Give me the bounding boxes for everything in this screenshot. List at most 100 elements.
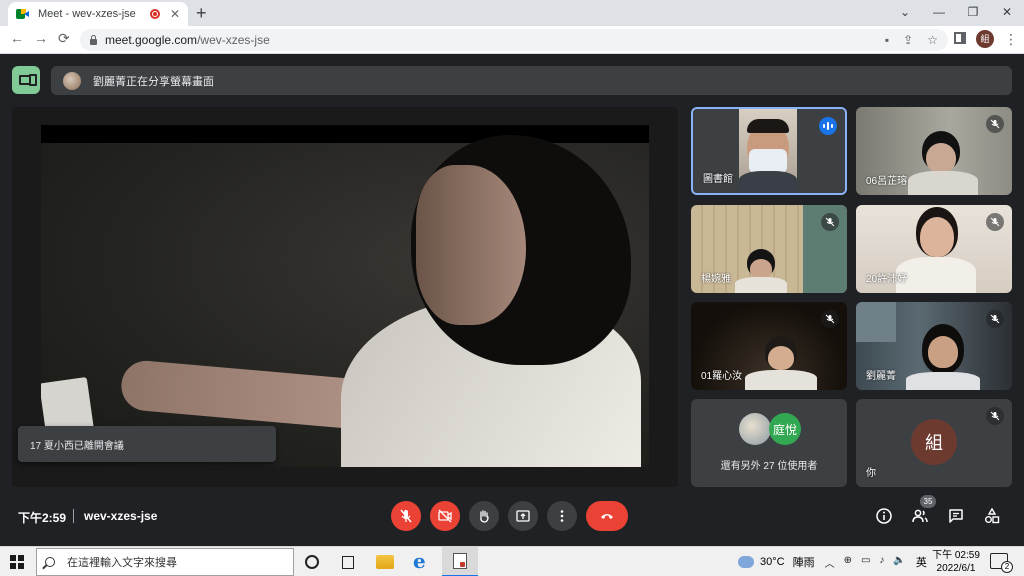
app-icon [453,553,467,569]
share-icon[interactable]: ⇪ [903,33,913,47]
weather-icon[interactable] [734,553,754,568]
people-icon [912,509,928,523]
presenting-text: 劉麗菁正在分享螢幕畫面 [93,75,214,88]
browser-tab-meet[interactable]: Meet - wev-xzes-jse ✕ [8,2,188,26]
tab-search-button[interactable]: ⌄ [888,0,922,26]
close-tab-icon[interactable]: ✕ [170,7,180,21]
self-name: 你 [866,468,876,479]
task-view-icon[interactable] [340,553,358,571]
muted-mic-icon [821,310,839,328]
presenter-avatar [63,71,81,90]
reload-button[interactable]: ⟳ [58,30,70,47]
participant-tile[interactable]: 楊婉雅 [691,205,847,293]
muted-mic-icon [986,407,1004,425]
active-app-taskbar-button[interactable] [442,547,478,576]
taskbar-search-box[interactable]: 在這裡輸入文字來搜尋 [36,548,294,576]
taskbar-time: 下午 02:59 [932,550,980,561]
url-path: /wev-xzes-jse [197,33,270,47]
windows-taskbar: 在這裡輸入文字來搜尋 e 30°C 陣雨 ︿ ⊕ ▭ ♪ 🔈 英 下午 02:5… [0,546,1024,576]
participant-name: 楊婉雅 [701,274,731,285]
weather-description[interactable]: 陣雨 [793,554,815,570]
taskbar-clock[interactable]: 下午 02:59 2022/6/1 [930,549,982,575]
volume-icon[interactable]: 🔈 [893,555,905,570]
self-tile[interactable]: 組 你 [856,399,1012,487]
window-controls: ⌄ — ❐ ✕ [888,0,1024,26]
info-icon [876,508,892,524]
participant-tile[interactable]: 20許沛妤 [856,205,1012,293]
file-explorer-icon[interactable] [376,555,394,569]
meeting-clock: 下午2:59 [18,511,67,525]
weather-temperature[interactable]: 30°C [760,556,785,568]
show-hidden-icons-icon[interactable]: ︿ [825,555,835,570]
meeting-code: wev-xzes-jse [84,509,158,523]
mic-off-icon [400,509,412,523]
taskbar-date: 2022/6/1 [936,563,976,574]
participant-avatar: 庭悅 [769,413,801,445]
other-participants-avatars: 庭悅 [739,413,801,445]
screen-share-icon [19,74,37,86]
chat-button[interactable] [945,505,967,527]
participant-tile[interactable]: 01羅心汝 [691,302,847,390]
muted-mic-icon [986,310,1004,328]
muted-mic-icon [821,213,839,231]
participant-tile[interactable]: 劉麗菁 [856,302,1012,390]
shared-video-frame [41,125,649,467]
participant-tile[interactable]: 06呂芷瑢 [856,107,1012,195]
recording-indicator-icon [149,9,160,19]
bookmark-star-icon[interactable]: ☆ [927,33,938,47]
present-screen-icon [516,510,530,522]
search-icon [45,557,55,567]
participant-left-toast: 17 夏小西已離開會議 [18,426,276,462]
toggle-camera-button[interactable] [430,501,460,531]
browser-menu-icon[interactable]: ⋮ [1004,31,1018,48]
profile-avatar[interactable]: 組 [976,30,994,48]
new-tab-button[interactable]: + [196,3,207,24]
muted-mic-icon [986,213,1004,231]
more-options-button[interactable] [547,501,577,531]
self-avatar: 組 [911,419,957,465]
lock-icon[interactable] [90,35,97,45]
other-participants-count: 還有另外 27 位使用者 [720,461,818,472]
chat-icon [949,509,963,523]
minimize-button[interactable]: — [922,0,956,26]
notification-center-icon[interactable]: 2 [990,553,1013,573]
speaking-indicator-icon [819,117,837,135]
participant-name: 06呂芷瑢 [866,176,908,187]
internet-explorer-icon[interactable]: e [413,549,431,573]
battery-icon[interactable]: ▭ [861,555,870,570]
system-tray: 30°C 陣雨 ︿ ⊕ ▭ ♪ 🔈 英 [734,547,927,576]
close-window-button[interactable]: ✕ [990,0,1024,26]
cortana-icon[interactable] [305,555,319,569]
side-panel-icon[interactable] [954,32,966,44]
forward-button[interactable]: → [34,30,48,46]
participant-avatar [739,413,771,445]
other-participants-tile[interactable]: 庭悅 還有另外 27 位使用者 [691,399,847,487]
url-host: meet.google.com [105,33,198,47]
windows-start-button[interactable] [10,555,24,569]
address-bar[interactable]: meet.google.com /wev-xzes-jse ▪ ⇪ ☆ [80,29,948,51]
restore-button[interactable]: ❐ [956,0,990,26]
participant-name: 劉麗菁 [866,371,896,382]
tab-title: Meet - wev-xzes-jse [38,8,136,20]
activities-shapes-icon [985,507,1000,524]
divider [73,509,74,523]
muted-mic-icon [986,115,1004,133]
raise-hand-button[interactable] [469,501,499,531]
back-button[interactable]: ← [10,30,24,46]
present-now-button[interactable] [508,501,538,531]
camera-in-use-icon[interactable]: ▪ [885,33,889,47]
meet-now-icon[interactable]: ⊕ [844,555,852,570]
participant-tile[interactable]: 圖書館 [691,107,847,195]
show-everyone-button[interactable] [909,505,931,527]
input-method-indicator[interactable]: 英 [916,554,927,570]
participant-count-badge: 35 [920,495,936,508]
leave-call-button[interactable] [586,501,628,531]
presentation-layout-button[interactable] [12,66,40,94]
taskbar-search-placeholder: 在這裡輸入文字來搜尋 [67,557,177,569]
toggle-mic-button[interactable] [391,501,421,531]
network-icon[interactable]: ♪ [879,555,884,570]
activities-button[interactable] [981,505,1003,527]
hang-up-icon [601,514,613,519]
meeting-details-button[interactable] [873,505,895,527]
browser-toolbar: ← → ⟳ meet.google.com /wev-xzes-jse ▪ ⇪ … [0,26,1024,54]
